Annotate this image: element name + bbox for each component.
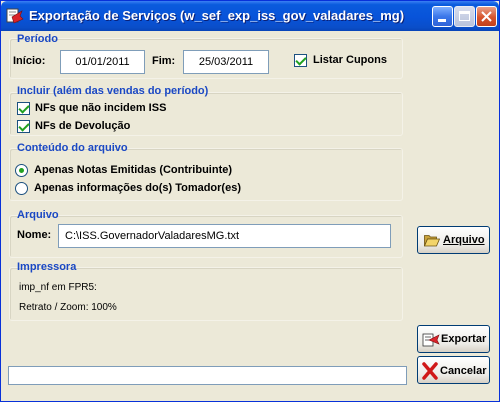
inicio-label: Início: xyxy=(13,55,46,67)
conteudo-group-title: Conteúdo do arquivo xyxy=(17,142,128,154)
minimize-button[interactable] xyxy=(432,6,453,27)
progress-bar xyxy=(8,366,407,385)
maximize-icon xyxy=(459,11,470,21)
nfs-devolucao-checkbox[interactable] xyxy=(17,120,30,133)
zoom-line: Retrato / Zoom: 100% xyxy=(19,302,117,313)
close-button[interactable] xyxy=(476,6,497,27)
cancelar-button-label: Cancelar xyxy=(440,365,487,377)
cancelar-button[interactable]: Cancelar xyxy=(417,356,490,384)
inicio-date-input[interactable]: 01/01/2011 xyxy=(60,50,145,74)
apenas-notas-emitidas-label[interactable]: Apenas Notas Emitidas (Contribuinte) xyxy=(34,164,232,176)
fim-date-input[interactable]: 25/03/2011 xyxy=(183,50,269,74)
close-icon xyxy=(481,11,492,22)
nome-label: Nome: xyxy=(17,229,52,241)
arquivo-nome-input[interactable]: C:\ISS.GovernadorValadaresMG.txt xyxy=(58,224,391,248)
exportar-button-label: Exportar xyxy=(441,333,487,345)
cancel-x-icon xyxy=(422,362,438,380)
exportar-button[interactable]: Exportar xyxy=(417,325,490,353)
impressora-group-title: Impressora xyxy=(17,261,77,273)
printer-line: imp_nf em FPR5: xyxy=(19,282,97,293)
fim-label: Fim: xyxy=(152,55,176,67)
arquivo-group-title: Arquivo xyxy=(17,209,59,221)
periodo-group-title: Período xyxy=(17,33,58,45)
window-title: Exportação de Serviços (w_sef_exp_iss_go… xyxy=(29,8,405,23)
app-icon xyxy=(6,8,24,24)
minimize-icon xyxy=(438,19,446,22)
title-bar[interactable]: Exportação de Serviços (w_sef_exp_iss_go… xyxy=(1,1,499,31)
folder-open-icon xyxy=(424,235,440,247)
apenas-tomadores-radio[interactable] xyxy=(15,182,28,195)
incluir-group-title: Incluir (além das vendas do período) xyxy=(17,85,209,97)
listar-cupons-label[interactable]: Listar Cupons xyxy=(313,54,387,66)
apenas-tomadores-label[interactable]: Apenas informações do(s) Tomador(es) xyxy=(34,182,241,194)
apenas-notas-emitidas-radio[interactable] xyxy=(15,164,28,177)
nfs-devolucao-label[interactable]: NFs de Devolução xyxy=(35,120,130,132)
maximize-button[interactable] xyxy=(454,6,475,27)
export-icon xyxy=(422,333,440,347)
nfs-nao-incidem-iss-checkbox[interactable] xyxy=(17,102,30,115)
arquivo-button-label: Arquivo xyxy=(443,234,485,246)
arquivo-button[interactable]: Arquivo xyxy=(417,226,490,254)
export-services-window: Exportação de Serviços (w_sef_exp_iss_go… xyxy=(0,0,500,402)
listar-cupons-checkbox[interactable] xyxy=(294,54,307,67)
nfs-nao-incidem-iss-label[interactable]: NFs que não incidem ISS xyxy=(35,102,166,114)
